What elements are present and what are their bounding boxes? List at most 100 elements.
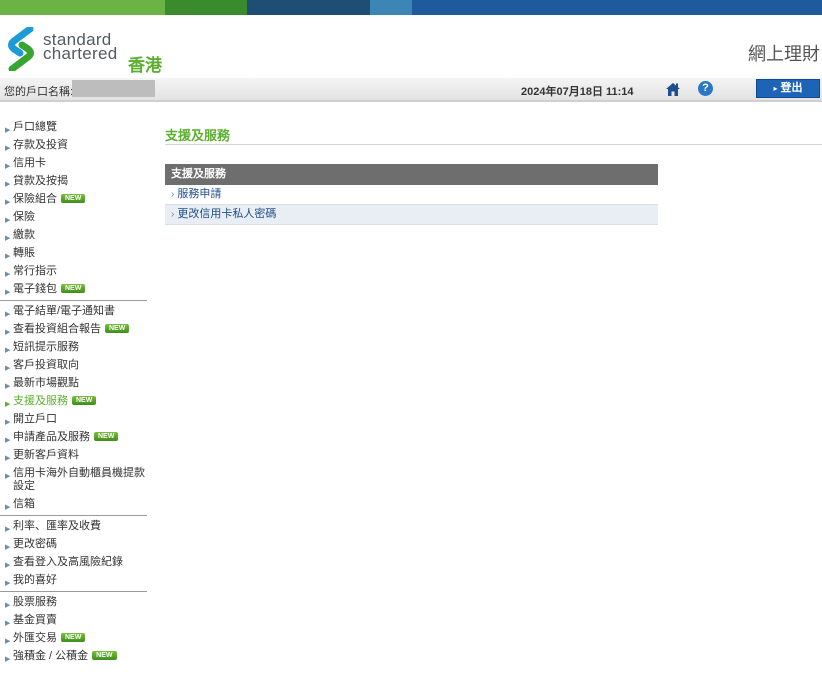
logout-label: 登出: [780, 82, 803, 94]
logo-line2: chartered: [43, 44, 118, 63]
support-panel: 支援及服務 › 服務申請 › 更改信用卡私人密碼: [165, 164, 658, 225]
bullet-arrow-icon: ▶: [5, 383, 11, 390]
sidebar-item-label: 強積金 / 公積金: [13, 650, 89, 662]
sidebar-item[interactable]: ▶ 申請產品及服務 NEW: [0, 429, 147, 447]
sidebar-item-label: 貸款及按揭: [13, 175, 68, 187]
sidebar-item[interactable]: ▶ 信用卡海外自動櫃員機提款設定: [0, 465, 147, 496]
sidebar-item[interactable]: ▶ 電子結單/電子通知書: [0, 303, 147, 321]
sidebar-item-label: 我的喜好: [13, 574, 57, 586]
bullet-arrow-icon: ▶: [5, 620, 11, 627]
sidebar-item[interactable]: ▶ 保險組合 NEW: [0, 191, 147, 209]
panel-link-change-card-pin[interactable]: › 更改信用卡私人密碼: [165, 205, 658, 225]
sidebar-item[interactable]: ▶ 短訊提示服務: [0, 339, 147, 357]
sidebar-item-label: 保險: [13, 211, 35, 223]
account-name-redacted: [72, 80, 155, 97]
sidebar-item-label: 外匯交易: [13, 632, 57, 644]
bullet-arrow-icon: ▶: [5, 419, 11, 426]
bullet-arrow-icon: ▶: [5, 271, 11, 278]
bullet-arrow-icon: ▶: [5, 602, 11, 609]
sidebar-nav: ▶ 戶口總覽 ▶ 存款及投資 ▶ 信用卡 ▶ 貸款及按揭 ▶ 保險組合 NEW ▶ 保險 ▶ 繳款 ▶ 轉賬 ▶ 常…: [0, 119, 147, 666]
sidebar-item[interactable]: ▶ 基金買賣: [0, 612, 147, 630]
chevron-right-icon: ›: [171, 209, 175, 220]
panel-link-label: 更改信用卡私人密碼: [177, 208, 277, 220]
standard-chartered-logo-icon[interactable]: [6, 25, 36, 76]
title-divider: [165, 144, 822, 145]
bullet-arrow-icon: ▶: [5, 365, 11, 372]
sidebar-item[interactable]: ▶ 查看投資組合報告 NEW: [0, 321, 147, 339]
strip-segment: [370, 0, 412, 15]
sidebar-item[interactable]: ▶ 存款及投資: [0, 137, 147, 155]
sidebar-item[interactable]: ▶ 利率、匯率及收費: [0, 518, 147, 536]
logout-button[interactable]: ▸ 登出: [756, 79, 820, 98]
sidebar-item-label: 信用卡: [13, 157, 46, 169]
sidebar-item[interactable]: ▶ 查看登入及高風險紀錄: [0, 554, 147, 572]
sidebar-item[interactable]: ▶ 外匯交易 NEW: [0, 630, 147, 648]
sidebar-item[interactable]: ▶ 電子錢包 NEW: [0, 281, 147, 299]
sidebar-item-label: 電子錢包: [13, 283, 57, 295]
sidebar-divider: [0, 515, 147, 516]
sidebar-item[interactable]: ▶ 更新客戶資料: [0, 447, 147, 465]
sidebar-item-label: 短訊提示服務: [13, 341, 79, 353]
sidebar-item-label: 保險組合: [13, 193, 57, 205]
sidebar-item[interactable]: ▶ 更改密碼: [0, 536, 147, 554]
new-badge: NEW: [61, 284, 86, 293]
sidebar-item-label: 開立戶口: [13, 413, 57, 425]
home-icon[interactable]: [665, 81, 681, 102]
sidebar-item[interactable]: ▶ 開立戶口: [0, 411, 147, 429]
bullet-arrow-icon: ▶: [5, 217, 11, 224]
sidebar-item-label: 繳款: [13, 229, 35, 241]
sidebar-item[interactable]: ▶ 常行指示: [0, 263, 147, 281]
strip-segment: [0, 0, 165, 15]
logo-wordmark: standard chartered: [43, 31, 118, 63]
top-color-strip: [0, 0, 822, 15]
sidebar-item[interactable]: ▶ 信用卡: [0, 155, 147, 173]
panel-link-label: 服務申請: [177, 188, 222, 200]
sidebar-item[interactable]: ▶ 我的喜好: [0, 572, 147, 590]
login-datetime: 2024年07月18日 11:14: [521, 86, 634, 98]
strip-segment: [165, 0, 247, 15]
bullet-arrow-icon: ▶: [5, 656, 11, 663]
bullet-arrow-icon: ▶: [5, 504, 11, 511]
sidebar-item[interactable]: ▶ 轉賬: [0, 245, 147, 263]
sidebar-item[interactable]: ▶ 客戶投資取向: [0, 357, 147, 375]
sidebar-item-label: 戶口總覽: [13, 121, 57, 133]
bullet-arrow-icon: ▶: [5, 145, 11, 152]
strip-segment: [247, 0, 370, 15]
sidebar-item-label: 更改密碼: [13, 538, 57, 550]
bullet-arrow-icon: ▶: [5, 127, 11, 134]
new-badge: NEW: [94, 432, 119, 441]
sidebar-item-label: 支援及服務: [13, 395, 68, 407]
sidebar-item[interactable]: ▶ 保險: [0, 209, 147, 227]
sidebar-item[interactable]: ▶ 貸款及按揭: [0, 173, 147, 191]
sidebar-item-label: 信用卡海外自動櫃員機提款設定: [13, 467, 145, 492]
new-badge: NEW: [61, 194, 86, 203]
bullet-arrow-icon: ▶: [5, 562, 11, 569]
sidebar-divider: [0, 591, 147, 592]
bullet-arrow-icon: ▶: [5, 235, 11, 242]
bullet-arrow-icon: ▶: [5, 401, 11, 408]
sidebar-item-label: 常行指示: [13, 265, 57, 277]
logo-region: 香港: [128, 56, 162, 75]
bullet-arrow-icon: ▶: [5, 199, 11, 206]
sidebar-item-label: 存款及投資: [13, 139, 68, 151]
bullet-arrow-icon: ▶: [5, 526, 11, 533]
bullet-arrow-icon: ▶: [5, 580, 11, 587]
sidebar-item-label: 查看登入及高風險紀錄: [13, 556, 123, 568]
sidebar-item[interactable]: ▶ 最新市場觀點: [0, 375, 147, 393]
account-name-label: 您的戶口名稱:: [4, 86, 74, 98]
bullet-arrow-icon: ▶: [5, 163, 11, 170]
bullet-arrow-icon: ▶: [5, 311, 11, 318]
account-bar: 您的戶口名稱: 2024年07月18日 11:14 ? ▸ 登出: [0, 78, 822, 102]
sidebar-item[interactable]: ▶ 戶口總覽: [0, 119, 147, 137]
sidebar-item-label: 申請產品及服務: [13, 431, 90, 443]
help-icon[interactable]: ?: [698, 81, 713, 96]
sidebar-item[interactable]: ▶ 支援及服務 NEW: [0, 393, 147, 411]
sidebar-item[interactable]: ▶ 信箱: [0, 496, 147, 514]
sidebar-item-label: 查看投資組合報告: [13, 323, 101, 335]
sidebar-item-label: 股票服務: [13, 596, 57, 608]
panel-link-service-application[interactable]: › 服務申請: [165, 185, 658, 205]
sidebar-item[interactable]: ▶ 繳款: [0, 227, 147, 245]
sidebar-item[interactable]: ▶ 強積金 / 公積金 NEW: [0, 648, 147, 666]
bullet-arrow-icon: ▶: [5, 638, 11, 645]
sidebar-item[interactable]: ▶ 股票服務: [0, 594, 147, 612]
